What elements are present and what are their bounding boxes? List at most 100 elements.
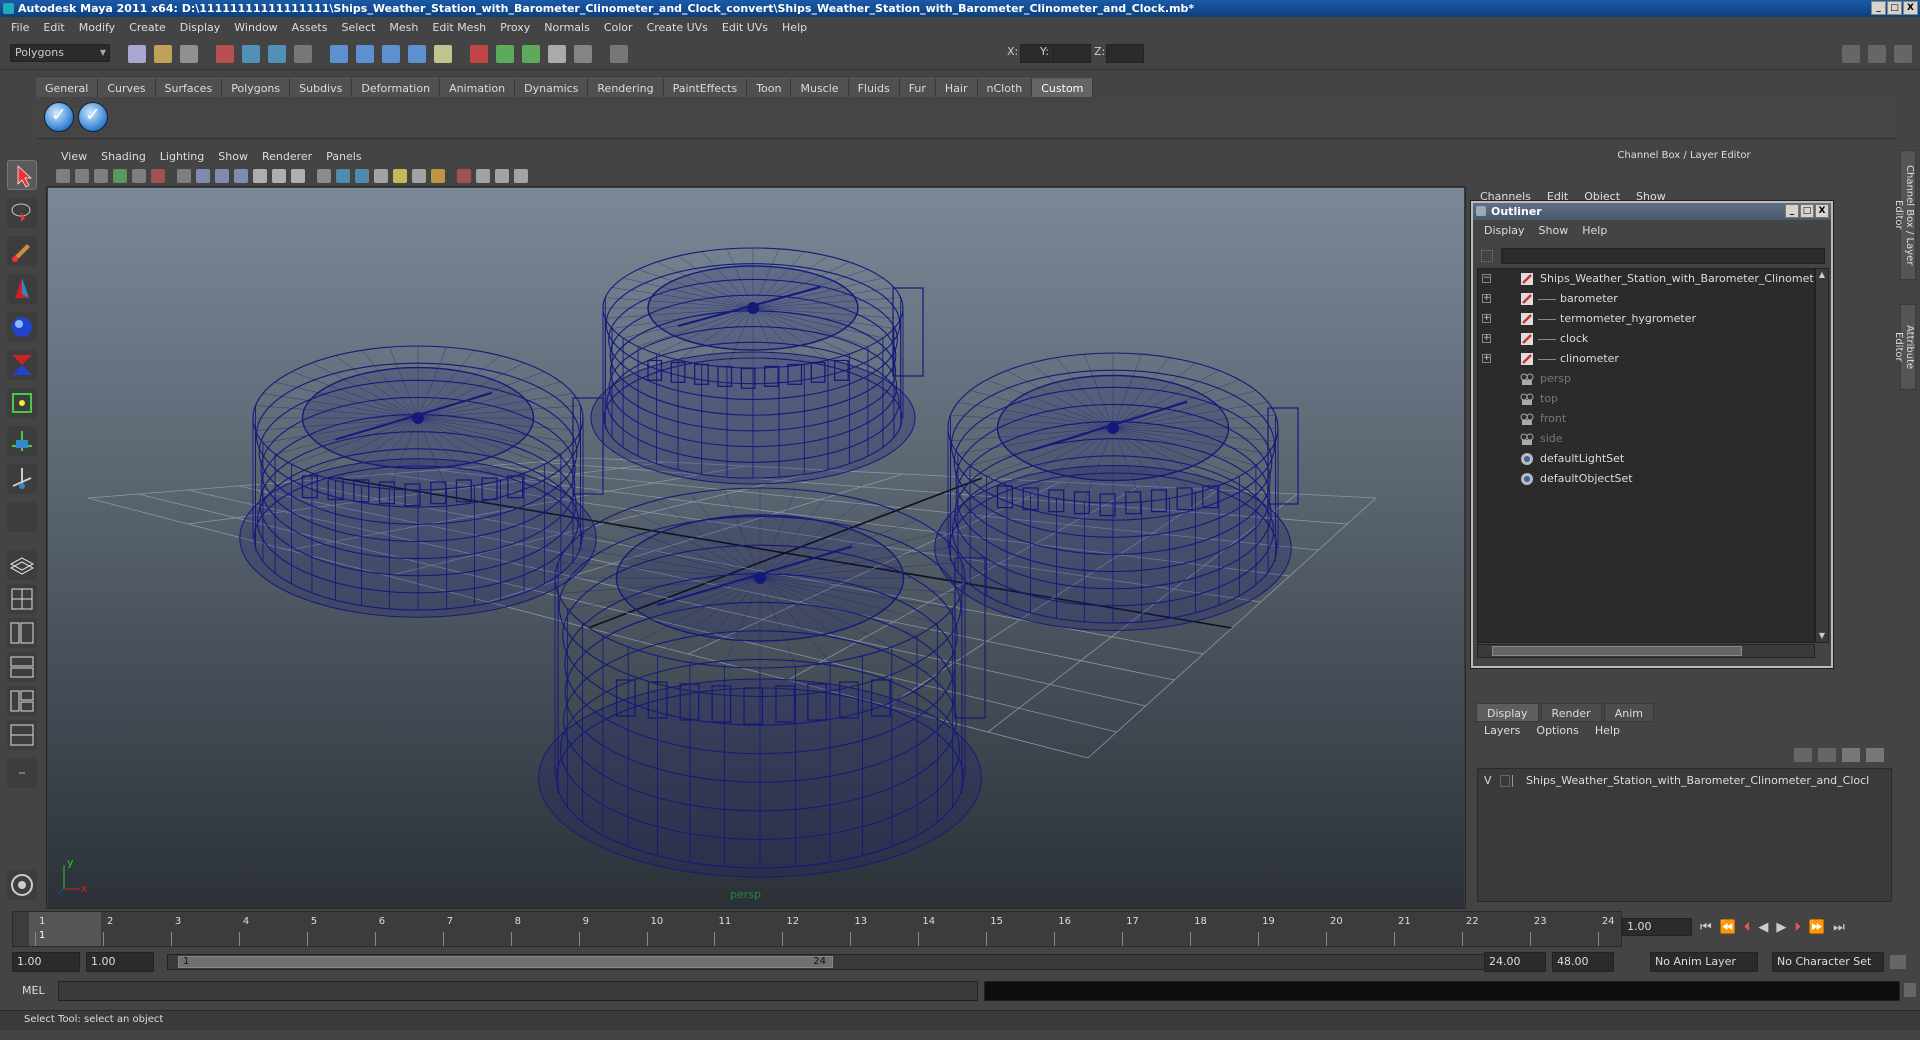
y-field[interactable] xyxy=(1053,44,1091,63)
hypershade-icon[interactable] xyxy=(574,45,592,63)
snap-curve-icon[interactable] xyxy=(356,45,374,63)
layer-menu-options[interactable]: Options xyxy=(1528,724,1586,742)
xray-joints-icon[interactable] xyxy=(495,169,509,183)
last-tool-slot[interactable] xyxy=(7,502,37,532)
shelf-tab-muscle[interactable]: Muscle xyxy=(791,78,849,97)
outliner-item-defaultlightset[interactable]: defaultLightSet xyxy=(1478,449,1814,469)
field-chart-icon[interactable] xyxy=(253,169,267,183)
shadows-icon[interactable] xyxy=(412,169,426,183)
anim-layer-dropdown[interactable]: No Anim Layer xyxy=(1650,952,1758,972)
shelf-check-button-1[interactable] xyxy=(44,102,74,132)
shelf-tab-curves[interactable]: Curves xyxy=(98,78,156,97)
outliner-h-scroll-thumb[interactable] xyxy=(1492,646,1742,656)
playback-end-field[interactable]: 24.00 xyxy=(1484,952,1546,972)
layer-row[interactable]: V Ships_Weather_Station_with_Barometer_C… xyxy=(1480,772,1890,790)
menu-file[interactable]: File xyxy=(4,21,36,34)
viewport-menu-show[interactable]: Show xyxy=(211,150,255,163)
expand-toggle-icon[interactable]: + xyxy=(1482,334,1491,343)
use-lights-icon[interactable] xyxy=(393,169,407,183)
step-forward-key-icon[interactable]: ⏩ xyxy=(1809,920,1825,940)
layer-color-swatch[interactable] xyxy=(1512,775,1522,787)
command-input[interactable] xyxy=(58,981,978,1001)
layer-menu-layers[interactable]: Layers xyxy=(1476,724,1528,742)
menu-window[interactable]: Window xyxy=(227,21,284,34)
shelf-tab-subdivs[interactable]: Subdivs xyxy=(290,78,353,97)
scroll-up-icon[interactable]: ▲ xyxy=(1817,270,1827,280)
open-scene-icon[interactable] xyxy=(154,45,172,63)
command-language-label[interactable]: MEL xyxy=(22,984,45,997)
outliner-minimize-button[interactable]: _ xyxy=(1785,204,1799,218)
minimize-button[interactable]: _ xyxy=(1871,1,1886,15)
layer-tab-display[interactable]: Display xyxy=(1476,703,1539,722)
menu-edit-uvs[interactable]: Edit UVs xyxy=(715,21,775,34)
range-slider-handle[interactable]: 1 24 xyxy=(178,956,833,968)
new-layer-selected-icon[interactable] xyxy=(1866,748,1884,762)
key-preferences-icon[interactable] xyxy=(1890,955,1906,969)
animation-end-field[interactable]: 48.00 xyxy=(1552,952,1614,972)
show-hide-tool-settings-icon[interactable] xyxy=(1868,45,1886,63)
viewport-menu-renderer[interactable]: Renderer xyxy=(255,150,319,163)
outliner-item-front[interactable]: front xyxy=(1478,409,1814,429)
close-button[interactable]: X xyxy=(1903,1,1918,15)
shelf-tab-fur[interactable]: Fur xyxy=(899,78,936,97)
outliner-item-top[interactable]: top xyxy=(1478,389,1814,409)
paint-select-tool-icon[interactable] xyxy=(7,236,37,266)
lock-selection-icon[interactable] xyxy=(294,45,312,63)
menu-proxy[interactable]: Proxy xyxy=(493,21,537,34)
wireframe-icon[interactable] xyxy=(317,169,331,183)
layer-tab-render[interactable]: Render xyxy=(1540,703,1602,722)
universal-manipulator-icon[interactable] xyxy=(7,388,37,418)
input-line-icon[interactable] xyxy=(610,45,628,63)
expand-toggle-icon[interactable]: + xyxy=(1482,294,1491,303)
outliner-item-ships-weather-station-with-barometer-clinometer-a[interactable]: − Ships_Weather_Station_with_Barometer_Cl… xyxy=(1478,269,1814,289)
outliner-menu-help[interactable]: Help xyxy=(1575,224,1614,237)
layout-outliner-persp-icon[interactable] xyxy=(7,618,37,648)
shelf-tab-dynamics[interactable]: Dynamics xyxy=(515,78,589,97)
outliner-filter-icon[interactable] xyxy=(1481,250,1493,262)
perspective-viewport[interactable] xyxy=(48,188,1464,908)
menu-normals[interactable]: Normals xyxy=(537,21,597,34)
2d-pan-zoom-icon[interactable] xyxy=(132,169,146,183)
scale-tool-icon[interactable] xyxy=(7,350,37,380)
layout-hypershade-icon[interactable] xyxy=(7,720,37,750)
viewport-menu-lighting[interactable]: Lighting xyxy=(153,150,211,163)
shelf-tab-rendering[interactable]: Rendering xyxy=(588,78,664,97)
shade-wire-icon[interactable] xyxy=(355,169,369,183)
select-object-icon[interactable] xyxy=(242,45,260,63)
show-hide-channel-box-icon[interactable] xyxy=(1894,45,1912,63)
menu-color[interactable]: Color xyxy=(597,21,640,34)
outliner-horizontal-scrollbar[interactable] xyxy=(1477,644,1815,658)
shelf-check-button-2[interactable] xyxy=(78,102,108,132)
outliner-close-button[interactable]: X xyxy=(1815,204,1829,218)
shelf-tab-surfaces[interactable]: Surfaces xyxy=(155,78,223,97)
character-set-dropdown[interactable]: No Character Set xyxy=(1772,952,1884,972)
image-plane-icon[interactable] xyxy=(113,169,127,183)
live-surface-icon[interactable] xyxy=(434,45,452,63)
outliner-title-bar[interactable]: Outliner _ □ X xyxy=(1473,203,1831,220)
layout-outliner-graph-icon[interactable] xyxy=(7,686,37,716)
resolution-gate-icon[interactable] xyxy=(215,169,229,183)
layout-four-pane-icon[interactable] xyxy=(7,584,37,614)
outliner-item-defaultobjectset[interactable]: defaultObjectSet xyxy=(1478,469,1814,489)
smooth-shade-icon[interactable] xyxy=(336,169,350,183)
menu-select[interactable]: Select xyxy=(334,21,382,34)
save-scene-icon[interactable] xyxy=(180,45,198,63)
shelf-tab-custom[interactable]: Custom xyxy=(1032,78,1094,97)
layout-single-pane-icon[interactable] xyxy=(7,550,37,580)
menu-display[interactable]: Display xyxy=(173,21,228,34)
layout-persp-graph-icon[interactable] xyxy=(7,652,37,682)
outliner-menu-display[interactable]: Display xyxy=(1477,224,1532,237)
xray-icon[interactable] xyxy=(476,169,490,183)
lasso-tool-icon[interactable] xyxy=(7,198,37,228)
hotbox-icon[interactable] xyxy=(7,870,37,900)
menu-edit-mesh[interactable]: Edit Mesh xyxy=(425,21,493,34)
expand-toggle-icon[interactable]: + xyxy=(1482,354,1491,363)
outliner-item-side[interactable]: side xyxy=(1478,429,1814,449)
playback-start-field[interactable]: 1.00 xyxy=(86,952,154,972)
shelf-tab-ncloth[interactable]: nCloth xyxy=(977,78,1033,97)
step-back-frame-icon[interactable]: ⏴ xyxy=(1744,920,1751,940)
safe-action-icon[interactable] xyxy=(272,169,286,183)
rotate-tool-icon[interactable] xyxy=(7,312,37,342)
select-hierarchy-icon[interactable] xyxy=(216,45,234,63)
history-icon[interactable] xyxy=(470,45,488,63)
